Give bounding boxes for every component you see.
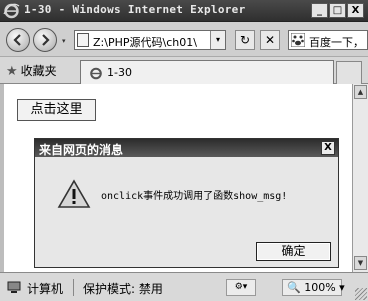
star-icon: ★ [6,64,18,79]
zone-label: 计算机 [27,282,64,296]
address-dropdown-button[interactable]: ▾ [210,31,225,49]
close-window-button[interactable]: X [347,3,364,18]
computer-icon [7,281,21,293]
forward-arrow-icon [42,34,50,46]
scroll-up-button[interactable]: ▲ [354,85,367,99]
history-dropdown-icon[interactable]: ▾ [62,37,66,45]
vertical-scrollbar[interactable]: ▲ ▼ [352,84,368,272]
minimize-button[interactable]: _ [311,3,328,18]
search-box[interactable]: 百度一下， [288,30,368,50]
click-here-button[interactable]: 点击这里 [17,99,96,121]
address-input[interactable]: Z:\PHP源代码\ch01\ [93,34,207,50]
dialog-titlebar: 来自网页的消息 X [35,139,338,157]
zoom-dropdown-icon: ▾ [339,281,345,294]
protected-mode-label[interactable]: 保护模式: 禁用 [83,280,163,297]
status-divider [73,279,74,296]
tab-1-30[interactable]: 1-30 [80,60,334,85]
maximize-button[interactable]: □ [329,3,346,18]
ie-logo-icon [3,3,20,19]
zoom-button[interactable]: 🔍 100% ▾ [282,279,345,296]
dialog-title: 来自网页的消息 [39,143,124,157]
navigation-bar: ▾ Z:\PHP源代码\ch01\ ▾ ↻ ✕ 百度一下， [0,22,368,56]
baidu-paw-icon [291,33,305,47]
dialog-message: onclick事件成功调用了函数show_msg! [101,191,288,202]
ie-tab-icon [90,67,102,80]
scroll-down-button[interactable]: ▼ [354,256,367,270]
forward-button[interactable] [33,28,57,52]
security-zone-button[interactable]: ⚙▾ [226,279,256,296]
stop-button[interactable]: ✕ [260,30,280,50]
zoom-icon: 🔍 [287,281,301,294]
page-icon [77,33,89,47]
back-button[interactable] [6,28,30,52]
resize-grip[interactable] [355,288,367,300]
zoom-level: 100% [304,281,336,294]
favorites-button[interactable]: ★ 收藏夹 [6,62,57,79]
favorites-label: 收藏夹 [20,64,57,78]
alert-dialog: 来自网页的消息 X onclick事件成功调用了函数show_msg! 确定 [34,138,339,268]
address-bar[interactable]: Z:\PHP源代码\ch01\ ▾ [74,30,226,50]
window-titlebar: 1-30 - Windows Internet Explorer _ □ X [0,0,368,22]
back-arrow-icon [13,34,21,46]
window-title: 1-30 - Windows Internet Explorer [24,3,246,16]
status-bar: 计算机 保护模式: 禁用 ⚙▾ 🔍 100% ▾ [0,272,368,301]
refresh-button[interactable]: ↻ [235,30,255,50]
favorites-bar: ★ 收藏夹 1-30 [0,56,368,85]
new-tab-button[interactable] [336,61,362,85]
ok-button[interactable]: 确定 [256,242,331,261]
warning-icon [57,179,91,208]
tab-label: 1-30 [107,66,132,79]
dialog-close-button[interactable]: X [321,141,335,155]
search-input[interactable]: 百度一下， [309,34,364,49]
